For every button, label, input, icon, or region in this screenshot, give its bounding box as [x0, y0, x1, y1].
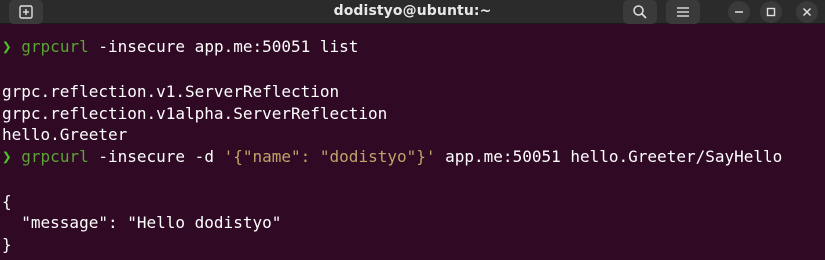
command-program: grpcurl: [21, 147, 89, 166]
maximize-icon: [766, 7, 776, 17]
menu-button[interactable]: [666, 0, 700, 24]
output-line: hello.Greeter: [2, 125, 128, 144]
maximize-button[interactable]: [760, 1, 782, 23]
command-line-1: ❯ grpcurl -insecure app.me:50051 list: [2, 36, 358, 57]
output-line: }: [2, 235, 12, 254]
command-line-2: ❯ grpcurl -insecure -d '{"name": "dodist…: [2, 146, 782, 167]
hamburger-menu-icon: [676, 6, 690, 18]
window-title: dodistyo@ubuntu:~: [333, 3, 492, 19]
minimize-button[interactable]: [728, 1, 750, 23]
command-args: -insecure app.me:50051 list: [88, 37, 359, 56]
minimize-icon: [734, 7, 744, 17]
command-data-argument: '{"name": "dodistyo"}': [223, 147, 436, 166]
output-line: grpc.reflection.v1.ServerReflection: [2, 82, 340, 101]
command-program: grpcurl: [21, 37, 89, 56]
output-line: "message": "Hello dodistyo": [2, 213, 282, 232]
command-target: app.me:50051 hello.Greeter/SayHello: [435, 147, 783, 166]
close-button[interactable]: [796, 1, 818, 23]
search-button[interactable]: [623, 0, 657, 24]
prompt-arrow-icon: ❯: [2, 147, 12, 166]
output-line: grpc.reflection.v1alpha.ServerReflection: [2, 104, 388, 123]
output-line: {: [2, 192, 12, 211]
command-flags: -insecure -d: [88, 147, 224, 166]
terminal-output[interactable]: ❯ grpcurl -insecure app.me:50051 list gr…: [0, 24, 825, 260]
close-icon: [802, 7, 812, 17]
search-icon: [632, 4, 648, 20]
prompt-arrow-icon: ❯: [2, 37, 12, 56]
window-titlebar: dodistyo@ubuntu:~: [0, 0, 825, 24]
